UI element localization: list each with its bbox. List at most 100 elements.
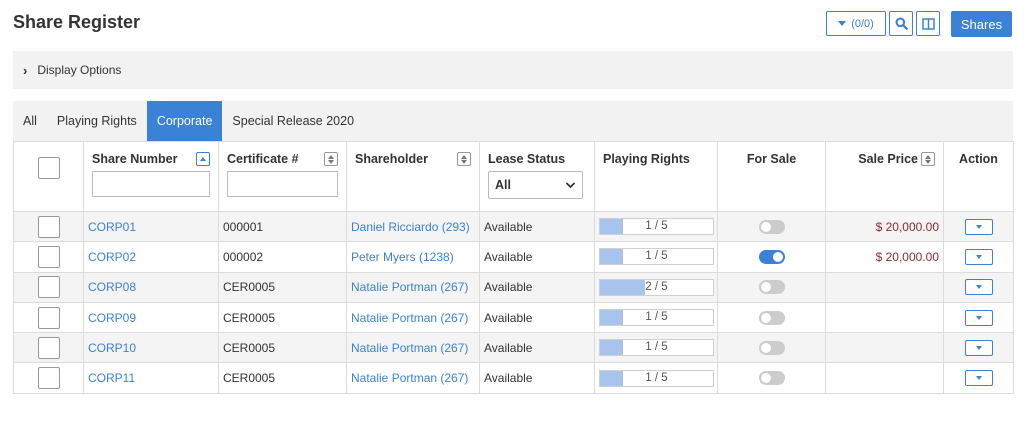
lease-status-cell: Available [479, 210, 595, 243]
certificate-cell: 000002 [218, 241, 347, 273]
row-checkbox[interactable] [37, 215, 60, 238]
playing-rights-progress: 1 / 5 [599, 218, 714, 236]
columns-button[interactable] [916, 11, 940, 36]
for-sale-toggle[interactable] [758, 340, 785, 355]
row-action-button[interactable] [964, 218, 993, 235]
toggle-knob [760, 312, 771, 323]
select-all-checkbox[interactable] [37, 157, 60, 179]
table-row: CORP01 000001 Daniel Ricciardo (293) Availa… [13, 210, 1014, 243]
row-action-button[interactable] [964, 248, 993, 265]
for-sale-cell [717, 362, 826, 394]
share-number-link[interactable]: CORP02 [88, 250, 136, 264]
tab-bar: All Playing Rights Corporate Special Rel… [13, 101, 1013, 141]
row-action-button[interactable] [964, 370, 993, 387]
tab-playing-rights[interactable]: Playing Rights [47, 101, 147, 141]
lease-status-select[interactable]: All [488, 171, 583, 199]
share-number-cell: CORP09 [83, 301, 219, 334]
caret-down-icon [975, 285, 982, 290]
row-select-cell [13, 301, 84, 334]
shares-button[interactable]: Shares [951, 11, 1012, 37]
row-action-button[interactable] [964, 339, 993, 356]
share-number-label: Share Number [92, 152, 178, 166]
shareholder-link[interactable]: Daniel Ricciardo (293) [351, 220, 470, 234]
tab-special-release-2020[interactable]: Special Release 2020 [222, 101, 364, 141]
row-select-cell [13, 362, 84, 394]
for-sale-toggle[interactable] [758, 310, 785, 325]
for-sale-toggle[interactable] [758, 280, 785, 295]
row-checkbox[interactable] [37, 367, 60, 390]
sale-price-cell: $ 20,000.00 [825, 210, 944, 243]
for-sale-cell [717, 241, 826, 273]
row-checkbox[interactable] [37, 336, 60, 359]
sale-price-cell [825, 362, 944, 394]
caret-down-icon [975, 376, 982, 381]
sort-icon[interactable] [457, 152, 471, 166]
lease-status-cell: Available [479, 332, 595, 364]
share-number-cell: CORP02 [83, 241, 219, 273]
share-number-link[interactable]: CORP09 [88, 311, 136, 325]
action-cell [943, 271, 1014, 303]
lease-status-header: Lease Status All [479, 141, 595, 212]
shareholder-link[interactable]: Natalie Portman (267) [351, 371, 468, 385]
certificate-cell: CER0005 [218, 332, 347, 364]
sale-price-header: Sale Price [825, 141, 944, 212]
filter-count: (0/0) [851, 17, 874, 30]
share-number-link[interactable]: CORP01 [88, 220, 136, 234]
for-sale-toggle[interactable] [758, 371, 785, 386]
playing-rights-cell: 2 / 5 [594, 271, 718, 303]
search-icon [895, 17, 908, 30]
caret-down-icon [838, 21, 847, 26]
shareholder-link[interactable]: Natalie Portman (267) [351, 341, 468, 355]
filter-button[interactable]: (0/0) [826, 11, 886, 36]
certificate-cell: CER0005 [218, 301, 347, 334]
playing-rights-text: 1 / 5 [645, 341, 668, 354]
action-cell [943, 301, 1014, 334]
share-number-link[interactable]: CORP10 [88, 341, 136, 355]
action-header: Action [943, 141, 1014, 212]
table-row: CORP11 CER0005 Natalie Portman (267) Availa… [13, 362, 1014, 394]
row-select-cell [13, 241, 84, 273]
playing-rights-text: 1 / 5 [645, 311, 668, 324]
share-number-cell: CORP10 [83, 332, 219, 364]
shareholder-cell: Natalie Portman (267) [346, 332, 480, 364]
playing-rights-progress: 1 / 5 [599, 309, 714, 327]
toggle-knob [760, 373, 771, 384]
action-cell [943, 362, 1014, 394]
sort-icon[interactable] [324, 152, 338, 166]
row-select-cell [13, 210, 84, 243]
search-button[interactable] [889, 11, 913, 36]
shareholder-link[interactable]: Natalie Portman (267) [351, 311, 468, 325]
playing-rights-cell: 1 / 5 [594, 210, 718, 243]
row-checkbox[interactable] [37, 306, 60, 329]
for-sale-label: For Sale [746, 152, 797, 166]
share-number-filter-input[interactable] [92, 171, 210, 197]
share-number-link[interactable]: CORP11 [88, 371, 135, 385]
certificate-filter-input[interactable] [227, 171, 338, 197]
row-action-button[interactable] [964, 309, 993, 326]
sort-asc-icon[interactable] [196, 152, 210, 166]
for-sale-cell [717, 332, 826, 364]
for-sale-toggle[interactable] [758, 249, 785, 264]
action-cell [943, 332, 1014, 364]
shareholder-link[interactable]: Natalie Portman (267) [351, 280, 468, 294]
row-action-button[interactable] [964, 279, 993, 296]
display-options-toggle[interactable]: › Display Options [13, 51, 1013, 89]
row-select-cell [13, 271, 84, 303]
tab-corporate[interactable]: Corporate [146, 101, 223, 141]
share-number-cell: CORP11 [83, 362, 219, 394]
tab-all[interactable]: All [13, 101, 47, 141]
shareholder-label: Shareholder [355, 152, 428, 166]
table-row: CORP10 CER0005 Natalie Portman (267) Availa… [13, 332, 1014, 364]
share-number-cell: CORP08 [83, 271, 219, 303]
playing-rights-header: Playing Rights [594, 141, 718, 212]
row-checkbox[interactable] [37, 245, 60, 268]
playing-rights-progress: 1 / 5 [599, 369, 714, 387]
row-select-cell [13, 332, 84, 364]
share-number-link[interactable]: CORP08 [88, 280, 136, 294]
shareholder-link[interactable]: Peter Myers (1238) [351, 250, 454, 264]
sort-icon[interactable] [921, 152, 935, 166]
row-checkbox[interactable] [37, 276, 60, 299]
for-sale-toggle[interactable] [758, 219, 785, 234]
certificate-label: Certificate # [227, 152, 299, 166]
table-row: CORP09 CER0005 Natalie Portman (267) Availa… [13, 301, 1014, 334]
